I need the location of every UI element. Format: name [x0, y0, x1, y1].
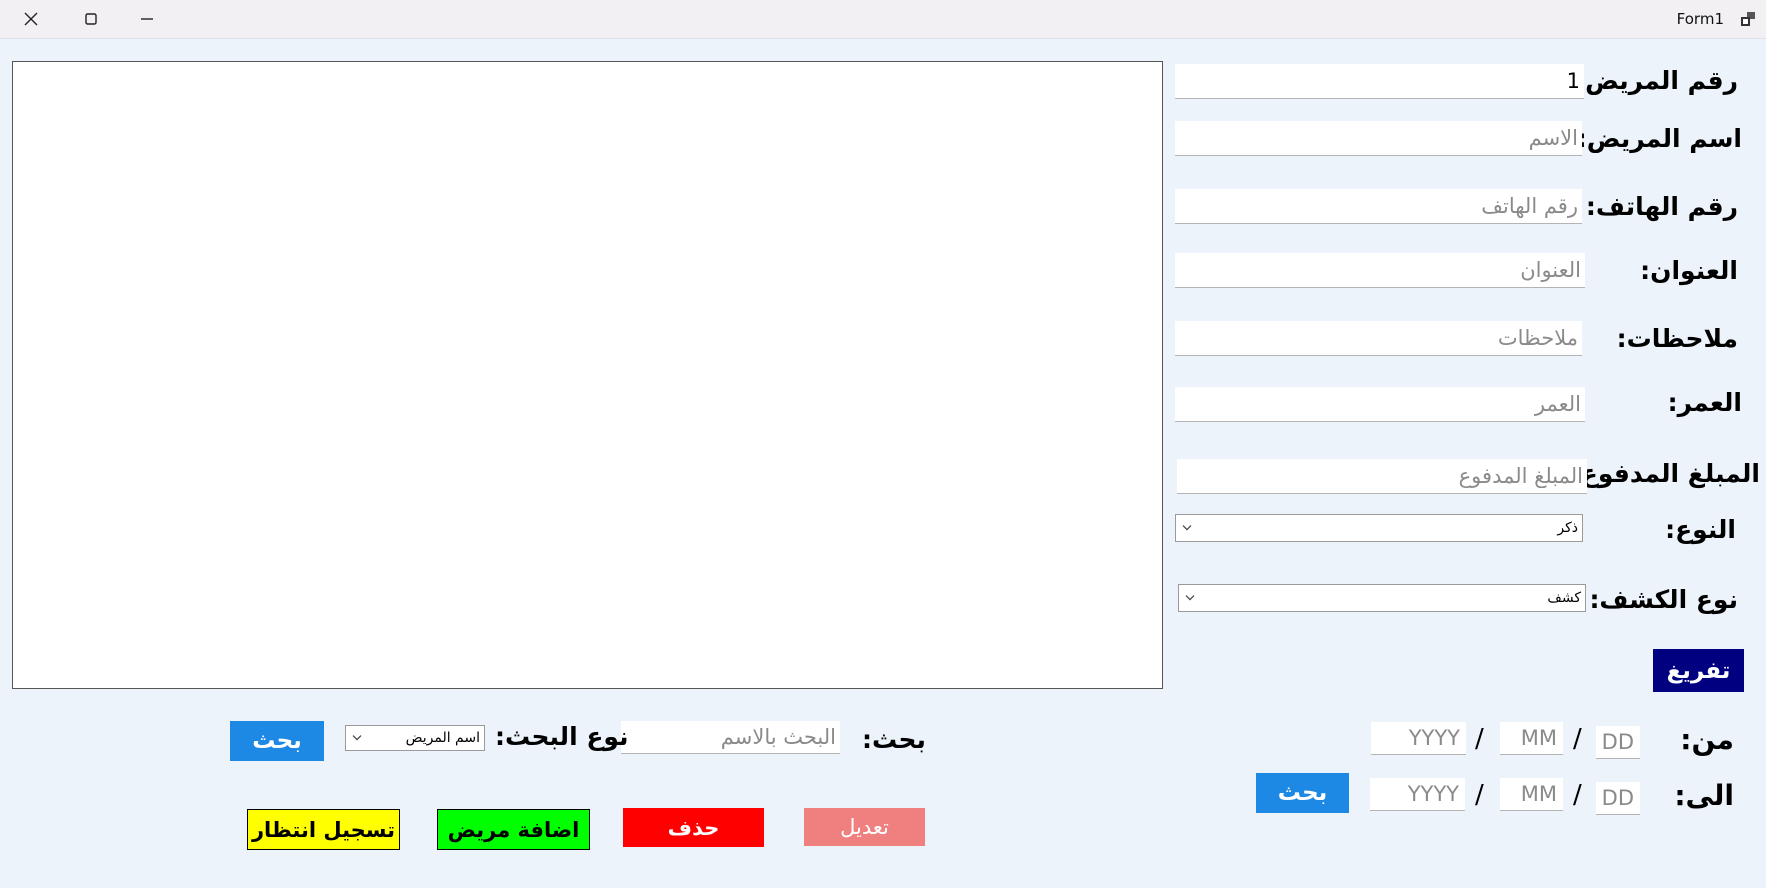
search-type-dropdown[interactable]: اسم المريض [345, 725, 485, 751]
patient-number-field[interactable] [1175, 64, 1584, 99]
patients-grid[interactable] [12, 61, 1163, 689]
from-month-field[interactable] [1500, 722, 1563, 755]
edit-button[interactable]: تعديل [804, 808, 925, 846]
minimize-button[interactable] [124, 0, 170, 38]
register-waiting-button[interactable]: تسجيل انتظار [247, 809, 400, 850]
date-separator: / [1573, 780, 1582, 810]
visit-type-label: نوع الكشف: [1589, 585, 1738, 614]
to-label: الى: [1674, 779, 1734, 812]
maximize-button[interactable] [68, 0, 114, 38]
patient-name-field[interactable] [1175, 121, 1582, 156]
notes-field[interactable] [1175, 321, 1582, 356]
notes-label: ملاحظات: [1616, 324, 1738, 353]
minimize-icon [141, 18, 153, 20]
delete-button[interactable]: حذف [623, 808, 764, 847]
search-button[interactable]: بحث [230, 721, 324, 761]
age-label: العمر: [1667, 388, 1742, 417]
search-type-label: نوع البحث: [495, 722, 629, 751]
date-separator: / [1573, 724, 1582, 754]
search-type-selected: اسم المريض [405, 730, 480, 746]
gender-selected: ذكر [1557, 520, 1578, 536]
patient-number-label: رقم المريض: [1575, 66, 1738, 95]
from-label: من: [1680, 723, 1734, 756]
date-separator: / [1475, 724, 1484, 754]
title-bar: Form1 [0, 0, 1766, 39]
gender-dropdown[interactable]: ذكر [1175, 514, 1583, 542]
to-day-field[interactable] [1596, 782, 1640, 815]
address-label: العنوان: [1640, 256, 1738, 285]
visit-type-dropdown[interactable]: كشف [1178, 584, 1586, 612]
search-label: بحث: [862, 725, 926, 754]
age-field[interactable] [1175, 387, 1585, 422]
close-button[interactable] [8, 0, 54, 38]
from-year-field[interactable] [1371, 722, 1466, 755]
maximize-icon [85, 13, 97, 25]
amount-paid-label: المبلغ المدفوع: [1570, 459, 1760, 488]
chevron-down-icon [1185, 595, 1195, 601]
search-input[interactable] [621, 721, 840, 754]
phone-label: رقم الهاتف: [1585, 192, 1738, 221]
app-icon [1741, 12, 1755, 26]
address-field[interactable] [1175, 253, 1585, 288]
visit-type-selected: كشف [1547, 590, 1581, 606]
phone-field[interactable] [1175, 189, 1582, 224]
amount-paid-field[interactable] [1177, 459, 1587, 494]
to-month-field[interactable] [1500, 778, 1563, 811]
gender-label: النوع: [1665, 515, 1736, 544]
chevron-down-icon [1182, 525, 1192, 531]
date-separator: / [1475, 780, 1484, 810]
clear-button[interactable]: تفريغ [1653, 649, 1744, 692]
date-search-button[interactable]: بحث [1256, 773, 1349, 813]
to-year-field[interactable] [1370, 778, 1465, 811]
window-title: Form1 [1676, 10, 1724, 28]
close-icon [24, 12, 38, 26]
add-patient-button[interactable]: اضافة مريض [437, 809, 590, 850]
patient-name-label: اسم المريض: [1576, 124, 1742, 153]
from-day-field[interactable] [1596, 726, 1640, 759]
chevron-down-icon [352, 735, 362, 741]
